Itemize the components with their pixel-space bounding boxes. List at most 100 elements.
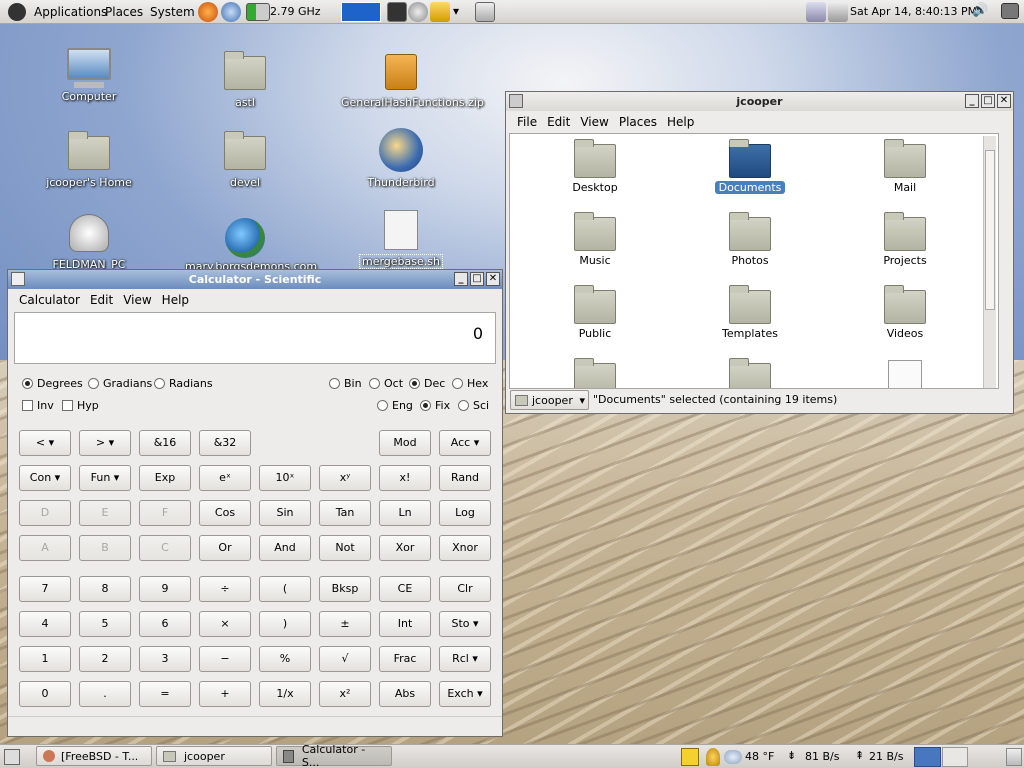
calc-button-2-3[interactable]: Cos bbox=[199, 500, 251, 526]
weather-temperature[interactable]: 48 °F bbox=[745, 750, 774, 763]
folder-item-projects[interactable]: Projects bbox=[850, 212, 960, 267]
calculator-icon[interactable] bbox=[11, 272, 25, 286]
folder-item-music[interactable]: Music bbox=[540, 212, 650, 267]
menu-view[interactable]: View bbox=[118, 293, 156, 307]
calc-button-5-6[interactable]: Int bbox=[379, 611, 431, 637]
radio-radians[interactable]: Radians bbox=[154, 377, 213, 390]
menu-view[interactable]: View bbox=[575, 115, 613, 129]
trash-icon[interactable] bbox=[1006, 748, 1022, 766]
calc-button-5-4[interactable]: ) bbox=[259, 611, 311, 637]
folder-item-documents[interactable]: Documents bbox=[695, 139, 805, 194]
location-dropdown[interactable]: jcooper ▾ bbox=[510, 390, 589, 410]
calc-button-6-7[interactable]: Rcl ▾ bbox=[439, 646, 491, 672]
volume-icon[interactable]: 🔊 bbox=[972, 3, 988, 18]
desktop-icon-generalhashfunctions[interactable]: GeneralHashFunctions.zip bbox=[341, 54, 484, 109]
calc-button-2-4[interactable]: Sin bbox=[259, 500, 311, 526]
taskbar-item-calculator[interactable]: Calculator - S... bbox=[276, 743, 392, 768]
workspace-2[interactable] bbox=[941, 747, 968, 767]
radio-dec[interactable]: Dec bbox=[409, 377, 445, 390]
checkbox-hyp[interactable]: Hyp bbox=[62, 399, 99, 412]
calc-button-6-0[interactable]: 1 bbox=[19, 646, 71, 672]
calc-button-4-6[interactable]: CE bbox=[379, 576, 431, 602]
calc-button-5-3[interactable]: × bbox=[199, 611, 251, 637]
calc-button-1-5[interactable]: xʸ bbox=[319, 465, 371, 491]
calc-button-2-6[interactable]: Ln bbox=[379, 500, 431, 526]
calc-button-3-4[interactable]: And bbox=[259, 535, 311, 561]
calc-button-5-2[interactable]: 6 bbox=[139, 611, 191, 637]
calc-button-1-7[interactable]: Rand bbox=[439, 465, 491, 491]
calc-button-0-6[interactable]: Mod bbox=[379, 430, 431, 456]
radio-bin[interactable]: Bin bbox=[329, 377, 362, 390]
calc-button-0-2[interactable]: &16 bbox=[139, 430, 191, 456]
calc-button-4-5[interactable]: Bksp bbox=[319, 576, 371, 602]
terminal-icon[interactable] bbox=[387, 2, 407, 22]
calc-button-7-6[interactable]: Abs bbox=[379, 681, 431, 707]
desktop-icon-devel[interactable]: devel bbox=[185, 131, 305, 189]
calc-button-0-1[interactable]: > ▾ bbox=[79, 430, 131, 456]
menu-system[interactable]: System bbox=[144, 0, 201, 24]
desktop-icon-mary-borgsdemons[interactable]: mary.borgsdemons.com bbox=[185, 218, 317, 273]
radio-sci[interactable]: Sci bbox=[458, 399, 489, 412]
calc-button-7-5[interactable]: x² bbox=[319, 681, 371, 707]
calc-button-4-0[interactable]: 7 bbox=[19, 576, 71, 602]
folder-item-desktop[interactable]: Desktop bbox=[540, 139, 650, 194]
calc-button-4-2[interactable]: 9 bbox=[139, 576, 191, 602]
calc-button-0-0[interactable]: < ▾ bbox=[19, 430, 71, 456]
calc-button-7-7[interactable]: Exch ▾ bbox=[439, 681, 491, 707]
radio-fix[interactable]: Fix bbox=[420, 399, 450, 412]
radio-hex[interactable]: Hex bbox=[452, 377, 488, 390]
gnome-foot-icon[interactable] bbox=[8, 3, 26, 21]
calc-button-0-3[interactable]: &32 bbox=[199, 430, 251, 456]
radio-oct[interactable]: Oct bbox=[369, 377, 403, 390]
show-desktop-icon[interactable] bbox=[4, 749, 20, 765]
folder-item-mail[interactable]: Mail bbox=[850, 139, 960, 194]
calc-button-3-3[interactable]: Or bbox=[199, 535, 251, 561]
calculator-titlebar[interactable]: Calculator - Scientific _ □ ✕ bbox=[8, 270, 502, 289]
calc-button-1-0[interactable]: Con ▾ bbox=[19, 465, 71, 491]
desktop-icon-computer[interactable]: Computer bbox=[29, 48, 149, 103]
thunderbird-icon[interactable] bbox=[221, 2, 241, 22]
user-icon[interactable] bbox=[706, 748, 720, 766]
clock[interactable]: Sat Apr 14, 8:40:13 PM bbox=[850, 5, 977, 18]
key-icon[interactable] bbox=[430, 2, 450, 22]
menu-file[interactable]: File bbox=[512, 115, 542, 129]
calc-button-0-7[interactable]: Acc ▾ bbox=[439, 430, 491, 456]
taskbar-item-firefox[interactable]: [FreeBSD - T... bbox=[36, 746, 152, 766]
calc-button-6-1[interactable]: 2 bbox=[79, 646, 131, 672]
folder-item-videos[interactable]: Videos bbox=[850, 285, 960, 340]
chevron-down-icon[interactable]: ▾ bbox=[453, 4, 459, 18]
camera-icon[interactable] bbox=[1001, 3, 1019, 19]
calc-button-6-6[interactable]: Frac bbox=[379, 646, 431, 672]
calc-button-3-7[interactable]: Xnor bbox=[439, 535, 491, 561]
calc-button-1-1[interactable]: Fun ▾ bbox=[79, 465, 131, 491]
desktop-icon-astl[interactable]: astl bbox=[185, 51, 305, 109]
folder-item-public[interactable]: Public bbox=[540, 285, 650, 340]
workspace-preview[interactable] bbox=[341, 2, 381, 22]
calc-button-6-4[interactable]: % bbox=[259, 646, 311, 672]
maximize-button[interactable]: □ bbox=[981, 94, 995, 108]
calc-button-7-0[interactable]: 0 bbox=[19, 681, 71, 707]
drive-icon[interactable] bbox=[828, 2, 848, 22]
calc-button-3-5[interactable]: Not bbox=[319, 535, 371, 561]
checkbox-inv[interactable]: Inv bbox=[22, 399, 54, 412]
workspace-1[interactable] bbox=[914, 747, 941, 767]
calc-button-7-2[interactable]: = bbox=[139, 681, 191, 707]
taskbar-item-jcooper[interactable]: jcooper bbox=[156, 746, 272, 766]
menu-help[interactable]: Help bbox=[662, 115, 699, 129]
menu-help[interactable]: Help bbox=[157, 293, 194, 307]
calc-button-6-5[interactable]: √ bbox=[319, 646, 371, 672]
calc-button-5-7[interactable]: Sto ▾ bbox=[439, 611, 491, 637]
calc-button-4-3[interactable]: ÷ bbox=[199, 576, 251, 602]
desktop-icon-thunderbird[interactable]: Thunderbird bbox=[341, 128, 461, 189]
lock-icon[interactable] bbox=[475, 2, 495, 22]
folder-item[interactable] bbox=[540, 358, 650, 388]
calc-button-5-0[interactable]: 4 bbox=[19, 611, 71, 637]
calc-button-1-3[interactable]: eˣ bbox=[199, 465, 251, 491]
file-item[interactable] bbox=[850, 360, 960, 388]
desktop-icon-feldman-pc[interactable]: FELDMAN_PC bbox=[29, 214, 149, 271]
calc-button-1-4[interactable]: 10ˣ bbox=[259, 465, 311, 491]
calc-button-3-6[interactable]: Xor bbox=[379, 535, 431, 561]
menu-places[interactable]: Places bbox=[614, 115, 662, 129]
close-button[interactable]: ✕ bbox=[997, 94, 1011, 108]
file-manager-titlebar[interactable]: jcooper _ □ ✕ bbox=[506, 92, 1013, 111]
